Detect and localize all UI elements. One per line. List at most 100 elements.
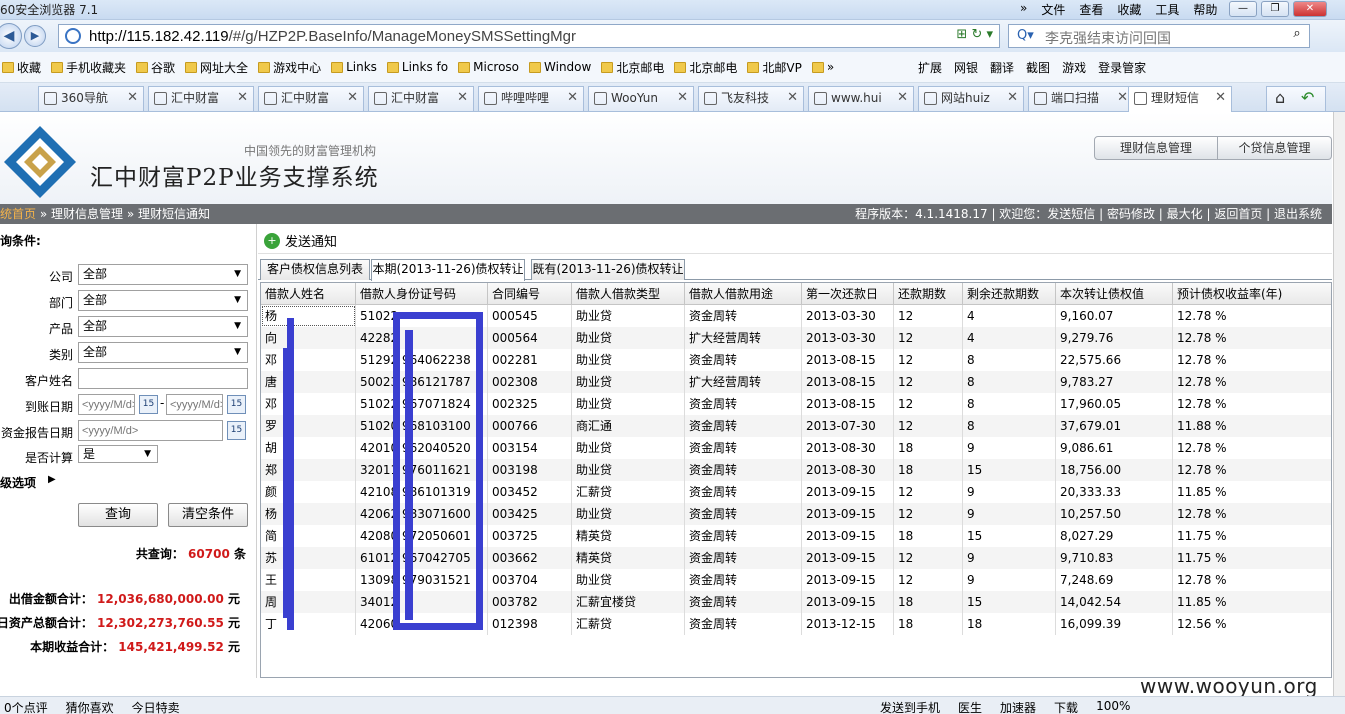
favorite-item[interactable]: 收藏 xyxy=(2,59,41,76)
toolbar-extension[interactable]: 网银 xyxy=(954,59,978,76)
top-info-links[interactable]: 程序版本：4.1.1418.17 | 欢迎您：发送短信 | 密码修改 | 最大化… xyxy=(855,204,1322,224)
status-item[interactable]: 猜你喜欢 xyxy=(66,699,114,714)
favorite-item[interactable]: Microso xyxy=(458,59,519,76)
back-button[interactable]: ◀ xyxy=(0,23,22,49)
browser-tab[interactable]: 哔哩哔哩 ✕ xyxy=(478,86,584,111)
calendar-icon[interactable]: 15 xyxy=(227,395,246,414)
close-tab-icon[interactable]: ✕ xyxy=(1007,87,1018,109)
close-tab-icon[interactable]: ✕ xyxy=(457,87,468,109)
page-scrollbar[interactable] xyxy=(1333,112,1345,696)
category-select[interactable]: 全部 ▼ xyxy=(78,342,248,363)
calc-select[interactable]: 是 ▼ xyxy=(78,445,158,463)
wealth-management-button[interactable]: 理财信息管理 xyxy=(1094,136,1218,160)
column-header[interactable]: 借款人身份证号码 xyxy=(356,283,488,305)
home-tab-button[interactable]: ⌂ ↶ xyxy=(1266,86,1326,111)
browser-tab[interactable]: 网站huiz ✕ xyxy=(918,86,1024,111)
browser-tab[interactable]: WooYun ✕ xyxy=(588,86,694,111)
favorite-item[interactable]: 谷歌 xyxy=(136,59,175,76)
tab-existing-transfer[interactable]: 既有(2013-11-26)债权转让 xyxy=(531,259,685,280)
browser-tab[interactable]: 汇中财富 ✕ xyxy=(258,86,364,111)
tab-current-transfer[interactable]: 本期(2013-11-26)债权转让 xyxy=(371,259,525,281)
favorite-item[interactable]: 北邮VP xyxy=(747,59,802,76)
favorite-item[interactable]: Links xyxy=(331,59,377,76)
minimize-button[interactable]: — xyxy=(1229,1,1257,17)
status-tool[interactable]: 发送到手机 xyxy=(880,699,940,714)
toolbar-extension[interactable]: 登录管家 xyxy=(1098,59,1146,76)
favorite-item[interactable]: 北京邮电 xyxy=(674,59,737,76)
toolbar-extension[interactable]: 游戏 xyxy=(1062,59,1086,76)
close-tab-icon[interactable]: ✕ xyxy=(127,87,138,109)
expand-arrow-icon[interactable]: ▶ xyxy=(48,474,56,485)
favorite-item[interactable]: 网址大全 xyxy=(185,59,248,76)
close-tab-icon[interactable]: ✕ xyxy=(237,87,248,109)
restore-button[interactable]: ❐ xyxy=(1261,1,1289,17)
favorite-item[interactable]: Links fo xyxy=(386,59,448,76)
status-item[interactable]: 0个点评 xyxy=(4,699,48,714)
undo-icon[interactable]: ↶ xyxy=(1301,87,1314,109)
column-header[interactable]: 借款人借款用途 xyxy=(685,283,802,305)
arrival-date-from-input[interactable] xyxy=(78,394,135,415)
breadcrumb-home-link[interactable]: 统首页 xyxy=(0,207,36,221)
close-tab-icon[interactable]: ✕ xyxy=(787,87,798,109)
browser-tab[interactable]: 飞友科技 ✕ xyxy=(698,86,804,111)
close-tab-icon[interactable]: ✕ xyxy=(1117,87,1128,109)
close-tab-icon[interactable]: ✕ xyxy=(677,87,688,109)
menu-item[interactable]: » xyxy=(1020,1,1027,18)
favorite-item[interactable]: 北京邮电 xyxy=(601,59,664,76)
menu-item[interactable]: 工具 xyxy=(1155,1,1179,18)
clear-button[interactable]: 清空条件 xyxy=(168,503,248,527)
address-bar[interactable]: http://115.182.42.119/#/g/HZP2P.BaseInfo… xyxy=(58,24,1000,48)
browser-tab[interactable]: 360导航 ✕ xyxy=(38,86,144,111)
company-select[interactable]: 全部 ▼ xyxy=(78,264,248,285)
calendar-icon[interactable]: 15 xyxy=(227,421,246,440)
report-date-input[interactable] xyxy=(78,420,223,441)
browser-tab[interactable]: 端口扫描 ✕ xyxy=(1028,86,1134,111)
favorite-item[interactable]: Window xyxy=(529,59,591,76)
home-icon[interactable]: ⌂ xyxy=(1275,87,1285,109)
column-header[interactable]: 还款期数 xyxy=(894,283,963,305)
favorite-item[interactable]: 手机收藏夹 xyxy=(51,59,126,76)
status-tool[interactable]: 医生 xyxy=(958,699,982,714)
close-tab-icon[interactable]: ✕ xyxy=(567,87,578,109)
close-tab-icon[interactable]: ✕ xyxy=(347,87,358,109)
close-tab-icon[interactable]: ✕ xyxy=(1215,87,1226,109)
search-icon[interactable]: ⌕ xyxy=(1287,26,1307,46)
menu-item[interactable]: 帮助 xyxy=(1193,1,1217,18)
send-notice-button[interactable]: + 发送通知 xyxy=(264,231,337,250)
close-window-button[interactable]: ✕ xyxy=(1293,1,1327,17)
tab-customer-list[interactable]: 客户债权信息列表 xyxy=(260,259,370,280)
close-tab-icon[interactable]: ✕ xyxy=(897,87,908,109)
address-tools-icon[interactable]: ⊞ ↻ ▾ xyxy=(956,27,993,42)
browser-tab[interactable]: 汇中财富 ✕ xyxy=(148,86,254,111)
optional-row[interactable]: 级选项 ▶ xyxy=(0,474,257,496)
customer-name-input[interactable] xyxy=(78,368,248,389)
column-header[interactable]: 剩余还款期数 xyxy=(963,283,1056,305)
favorite-item[interactable]: » xyxy=(811,59,834,76)
toolbar-extension[interactable]: 翻译 xyxy=(990,59,1014,76)
column-header[interactable]: 预计债权收益率(年) xyxy=(1173,283,1331,305)
search-box[interactable]: Q▾ 李克强结束访问回国 ⌕ xyxy=(1008,24,1310,48)
status-tool[interactable]: 100% xyxy=(1096,699,1130,714)
browser-tab[interactable]: 汇中财富 ✕ xyxy=(368,86,474,111)
column-header[interactable]: 借款人借款类型 xyxy=(572,283,685,305)
status-item[interactable]: 今日特卖 xyxy=(132,699,180,714)
column-header[interactable]: 借款人姓名 xyxy=(261,283,356,305)
menu-item[interactable]: 查看 xyxy=(1079,1,1103,18)
search-engine-icon[interactable]: Q▾ xyxy=(1017,28,1034,43)
loan-management-button[interactable]: 个贷信息管理 xyxy=(1218,136,1332,160)
forward-button[interactable]: ▶ xyxy=(24,25,46,47)
column-header[interactable]: 合同编号 xyxy=(488,283,572,305)
browser-tab[interactable]: www.hui ✕ xyxy=(808,86,914,111)
toolbar-extension[interactable]: 扩展 xyxy=(918,59,942,76)
menu-item[interactable]: 文件 xyxy=(1041,1,1065,18)
arrival-date-to-input[interactable] xyxy=(166,394,223,415)
column-header[interactable]: 第一次还款日 xyxy=(802,283,894,305)
toolbar-extension[interactable]: 截图 xyxy=(1026,59,1050,76)
favorite-item[interactable]: 游戏中心 xyxy=(258,59,321,76)
browser-tab[interactable]: 理财短信 ✕ xyxy=(1128,86,1232,112)
status-tool[interactable]: 下载 xyxy=(1054,699,1078,714)
product-select[interactable]: 全部 ▼ xyxy=(78,316,248,337)
menu-item[interactable]: 收藏 xyxy=(1117,1,1141,18)
column-header[interactable]: 本次转让债权值 xyxy=(1056,283,1173,305)
status-tool[interactable]: 加速器 xyxy=(1000,699,1036,714)
